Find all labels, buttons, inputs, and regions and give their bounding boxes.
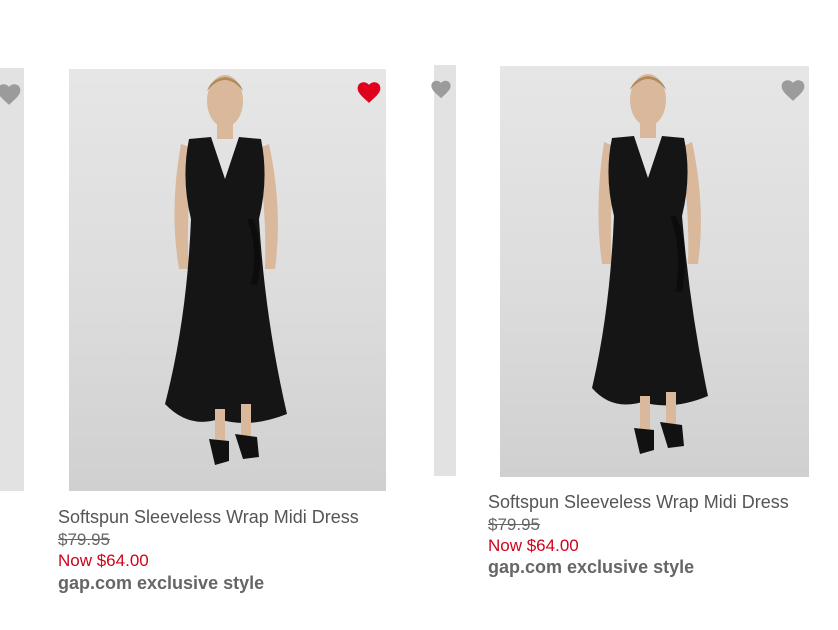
sale-price: Now $64.00 xyxy=(58,551,149,570)
model-photo xyxy=(165,75,287,465)
exclusive-badge: gap.com exclusive style xyxy=(488,557,695,577)
exclusive-badge: gap.com exclusive style xyxy=(58,573,265,593)
heart-icon[interactable] xyxy=(0,82,22,106)
sale-price: Now $64.00 xyxy=(488,536,579,555)
partial-product-image-middle[interactable] xyxy=(434,65,456,476)
product-image[interactable] xyxy=(69,69,386,491)
product-title-link[interactable]: Softspun Sleeveless Wrap Midi Dress xyxy=(58,507,359,528)
partial-product-image-left[interactable] xyxy=(0,68,24,491)
heart-icon[interactable] xyxy=(430,78,452,100)
heart-icon[interactable] xyxy=(780,78,806,102)
product-title-link[interactable]: Softspun Sleeveless Wrap Midi Dress xyxy=(488,492,789,513)
product-image[interactable] xyxy=(500,66,809,477)
model-photo xyxy=(592,74,708,454)
original-price: $79.95 xyxy=(58,530,110,549)
heart-filled-icon[interactable] xyxy=(356,80,382,104)
original-price: $79.95 xyxy=(488,515,540,534)
